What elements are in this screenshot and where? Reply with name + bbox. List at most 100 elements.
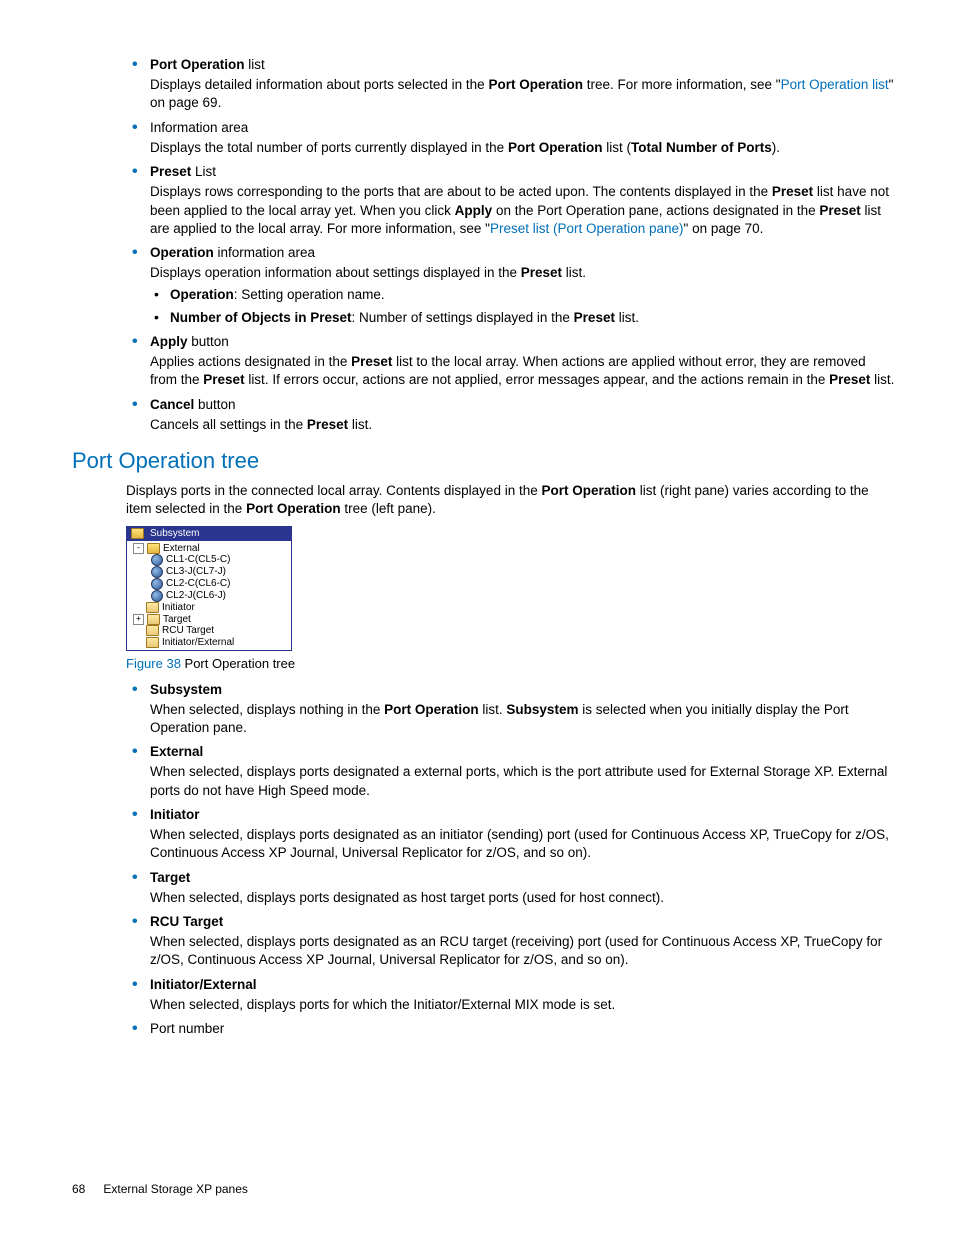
- text-span: list.: [615, 310, 639, 325]
- tree-node-label: External: [163, 543, 200, 555]
- text-span: tree (left pane).: [341, 501, 436, 516]
- tree-node-label: Subsystem: [150, 528, 199, 540]
- collapse-icon[interactable]: -: [133, 543, 144, 554]
- bullet-item: Target When selected, displays ports desi…: [126, 869, 896, 907]
- text-span: Operation: [150, 245, 214, 260]
- tree-node[interactable]: +Target: [127, 614, 291, 626]
- bullet-title: Preset List: [150, 163, 896, 181]
- tree-node[interactable]: RCU Target: [127, 625, 291, 637]
- tree-node[interactable]: CL1-C(CL5-C): [127, 554, 291, 566]
- folder-closed-icon: [146, 637, 159, 648]
- text-span: list.: [479, 702, 507, 717]
- text-span: When selected, displays nothing in the: [150, 702, 384, 717]
- text-span: Port Operation: [150, 57, 245, 72]
- expand-icon[interactable]: +: [133, 614, 144, 625]
- bullet-item: Cancel buttonCancels all settings in the…: [126, 396, 896, 434]
- text-span: When selected, displays ports for which …: [150, 997, 615, 1012]
- section-intro: Displays ports in the connected local ar…: [126, 482, 896, 518]
- text-span: list: [245, 57, 265, 72]
- text-span: tree. For more information, see ": [583, 77, 781, 92]
- text-span: Operation: [170, 287, 234, 302]
- text-span: Port Operation: [246, 501, 341, 516]
- tree-node[interactable]: - External: [127, 543, 291, 555]
- text-span: Preset: [307, 417, 348, 432]
- text-span: When selected, displays ports designated…: [150, 890, 664, 905]
- bullet-title: Port number: [150, 1020, 896, 1038]
- text-span: Applies actions designated in the: [150, 354, 351, 369]
- text-span: Initiator: [150, 807, 200, 822]
- text-span: : Number of settings displayed in the: [352, 310, 574, 325]
- text-span: Port Operation: [384, 702, 479, 717]
- bullet-body: When selected, displays ports designated…: [150, 763, 896, 799]
- text-span: Displays the total number of ports curre…: [150, 140, 508, 155]
- bullet-title: External: [150, 743, 896, 761]
- bullet-body: Displays rows corresponding to the ports…: [150, 183, 896, 238]
- text-span: Initiator/External: [150, 977, 257, 992]
- bullet-item: Operation information area Displays opera…: [126, 244, 896, 327]
- tree-node[interactable]: CL2-C(CL6-C): [127, 578, 291, 590]
- tree-node-label: CL2-J(CL6-J): [166, 590, 226, 602]
- bullet-item: Initiator/External When selected, display…: [126, 976, 896, 1014]
- folder-closed-icon: [146, 625, 159, 636]
- content-area: Port Operation list Displays detailed inf…: [126, 56, 896, 1038]
- text-span: information area: [214, 245, 315, 260]
- text-span: Target: [150, 870, 190, 885]
- text-span: Preset: [574, 310, 615, 325]
- bullet-item: Apply button Applies actions designated i…: [126, 333, 896, 390]
- figure-label: Figure 38: [126, 656, 181, 671]
- bullet-body: Displays operation information about set…: [150, 264, 896, 282]
- bullet-body: When selected, displays nothing in the P…: [150, 701, 896, 737]
- port-icon: [151, 554, 163, 566]
- bullet-item: RCU Target When selected, displays ports …: [126, 913, 896, 970]
- folder-closed-icon: [147, 614, 160, 625]
- text-span: RCU Target: [150, 914, 223, 929]
- bullet-title: Initiator/External: [150, 976, 896, 994]
- text-span: Displays operation information about set…: [150, 265, 521, 280]
- tree-node[interactable]: Initiator/External: [127, 637, 291, 649]
- tree-root-subsystem[interactable]: Subsystem: [127, 527, 291, 541]
- text-span: " on page 70.: [684, 221, 764, 236]
- tree-node[interactable]: CL2-J(CL6-J): [127, 590, 291, 602]
- text-span: : Setting operation name.: [234, 287, 385, 302]
- text-span: Information area: [150, 120, 248, 135]
- bullet-item: External When selected, displays ports de…: [126, 743, 896, 800]
- bullet-body: When selected, displays ports designated…: [150, 933, 896, 969]
- tree-node[interactable]: CL3-J(CL7-J): [127, 566, 291, 578]
- tree-node-label: RCU Target: [162, 625, 214, 637]
- tree-node[interactable]: Initiator: [127, 602, 291, 614]
- bullet-title: Cancel button: [150, 396, 896, 414]
- text-span: button: [188, 334, 229, 349]
- figure-caption: Figure 38 Port Operation tree: [126, 655, 896, 673]
- text-span: When selected, displays ports designated…: [150, 827, 889, 860]
- cross-reference-link[interactable]: Preset list (Port Operation pane): [490, 221, 684, 236]
- port-icon: [151, 566, 163, 578]
- text-span: Port Operation: [488, 77, 583, 92]
- text-span: Displays rows corresponding to the ports…: [150, 184, 772, 199]
- page-footer: 68 External Storage XP panes: [72, 1181, 248, 1197]
- bullet-title: Target: [150, 869, 896, 887]
- port-icon: [151, 590, 163, 602]
- text-span: Displays detailed information about port…: [150, 77, 488, 92]
- text-span: Preset: [772, 184, 813, 199]
- text-span: Subsystem: [506, 702, 578, 717]
- figure-caption-text: Port Operation tree: [181, 656, 295, 671]
- text-span: Preset: [829, 372, 870, 387]
- page: Port Operation list Displays detailed inf…: [0, 0, 954, 1235]
- bullet-item: Initiator When selected, displays ports d…: [126, 806, 896, 863]
- bullet-title: Port Operation list: [150, 56, 896, 74]
- bullet-body: When selected, displays ports designated…: [150, 826, 896, 862]
- bullet-title: Operation information area: [150, 244, 896, 262]
- text-span: Port number: [150, 1021, 224, 1036]
- text-span: List: [191, 164, 216, 179]
- text-span: Apply: [150, 334, 188, 349]
- bullet-item: Information area Displays the total numbe…: [126, 119, 896, 157]
- folder-open-icon: [131, 528, 144, 539]
- figure-38: Subsystem- ExternalCL1-C(CL5-C)CL3-J(CL7-…: [126, 526, 896, 673]
- bullet-item: Port number: [126, 1020, 896, 1038]
- cross-reference-link[interactable]: Port Operation list: [781, 77, 889, 92]
- text-span: list.: [348, 417, 372, 432]
- bullet-item: Port Operation list Displays detailed inf…: [126, 56, 896, 113]
- page-number: 68: [72, 1181, 85, 1197]
- bullet-item: SubsystemWhen selected, displays nothing…: [126, 681, 896, 738]
- bullet-body: When selected, displays ports for which …: [150, 996, 896, 1014]
